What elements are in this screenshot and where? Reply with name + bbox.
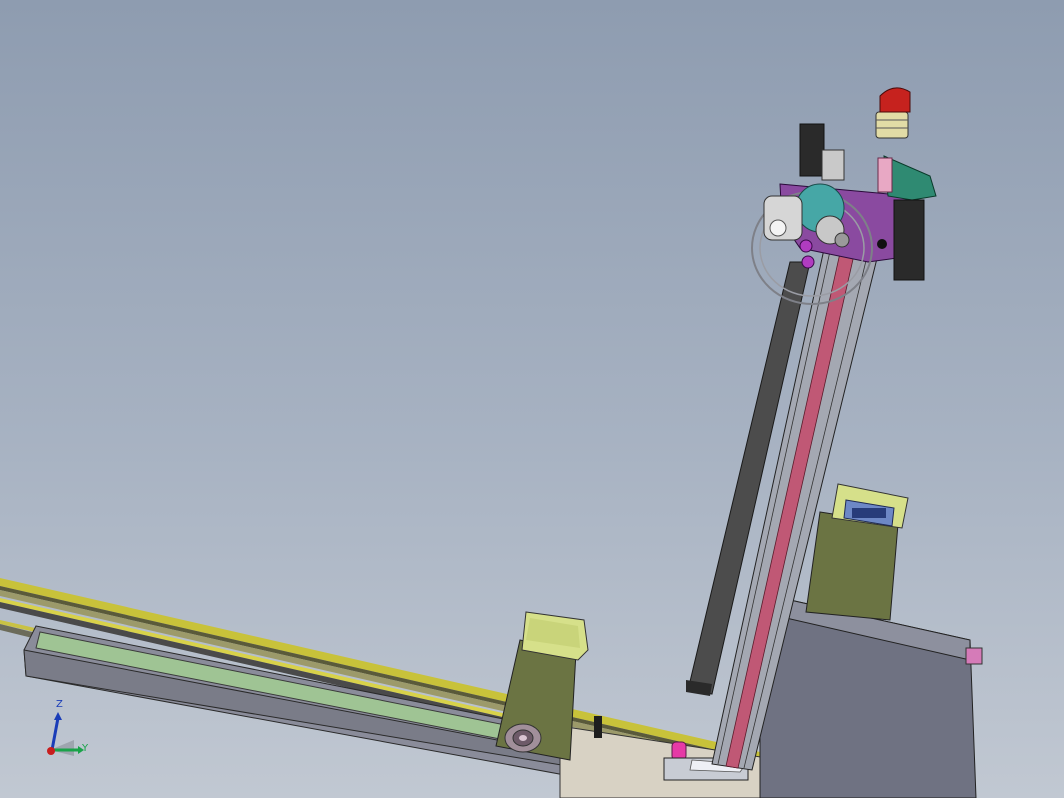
hmi-box[interactable] [805, 483, 909, 621]
pink-fitting[interactable] [671, 741, 687, 761]
sensor-post[interactable] [594, 716, 602, 738]
cad-3d-viewport[interactable]: Z Y [0, 0, 1064, 798]
z-axis-label: Z [56, 699, 63, 710]
cad-model-scene[interactable] [0, 0, 1064, 798]
warning-light[interactable] [875, 87, 911, 139]
y-axis-label: Y [82, 743, 89, 754]
control-cabinet[interactable] [759, 599, 983, 798]
